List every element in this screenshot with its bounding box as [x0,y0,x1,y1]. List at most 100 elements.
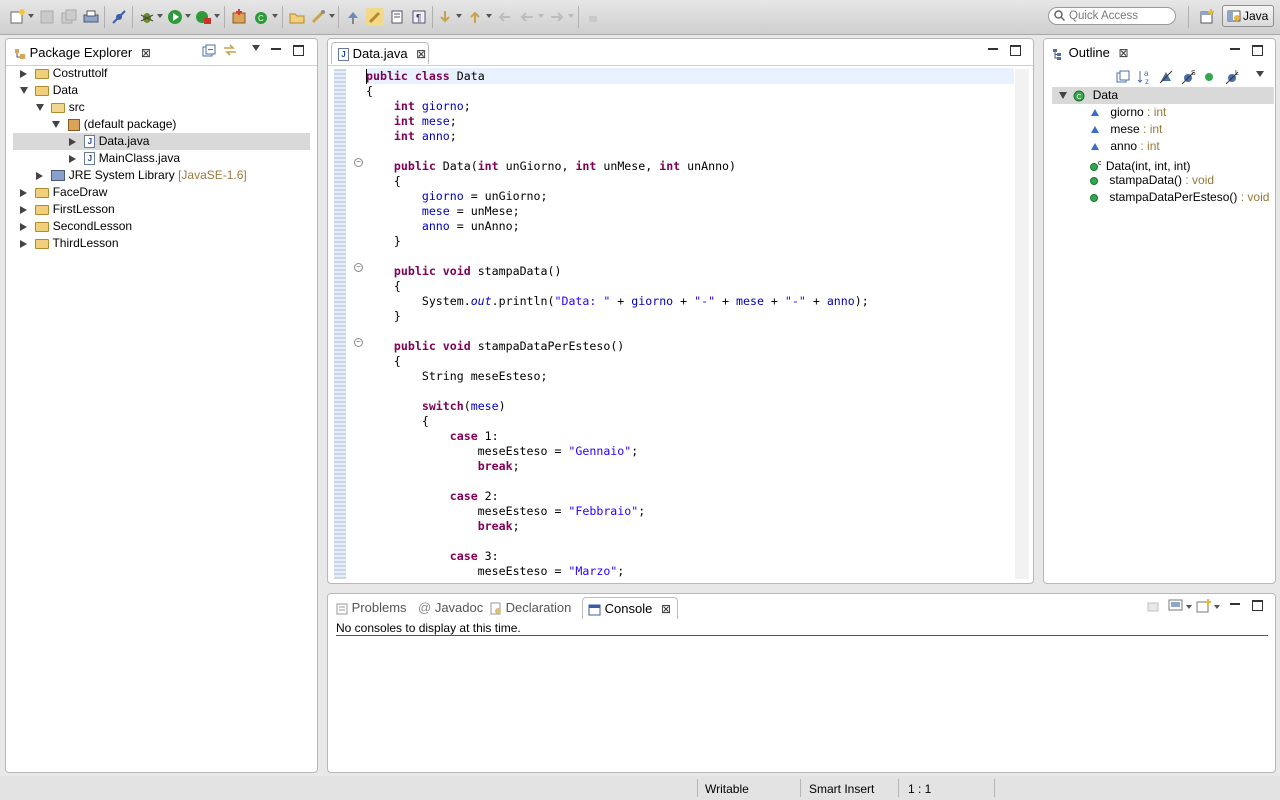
save-icon[interactable] [38,8,56,26]
collapse-all-icon[interactable] [1116,70,1130,84]
back-icon[interactable] [518,8,536,26]
expand-icon[interactable] [20,239,27,248]
close-icon[interactable]: ⊠ [141,42,151,64]
fold-icon[interactable]: − [354,158,363,167]
close-icon[interactable]: ⊠ [1118,42,1128,64]
outline-constructor-data[interactable]: c Data(int, int, int) [1090,155,1191,173]
forward-icon[interactable] [548,8,566,26]
previous-annotation-icon[interactable] [466,8,484,26]
tree-item-mainclass-java[interactable]: J MainClass.java [69,150,180,167]
debug-dropdown-icon[interactable] [157,14,163,18]
tab-data-java[interactable]: J Data.java ⊠ [331,42,429,64]
pin-editor-icon[interactable] [584,8,602,26]
tree-item-thirdlesson[interactable]: ThirdLesson [20,235,119,252]
last-edit-location-icon[interactable] [496,8,514,26]
sort-icon[interactable]: az [1137,69,1153,85]
view-menu-icon[interactable] [252,45,260,51]
minimize-icon[interactable] [988,48,998,50]
block-selection-icon[interactable] [388,8,406,26]
previous-annotation-dropdown-icon[interactable] [486,14,492,18]
next-annotation-dropdown-icon[interactable] [456,14,462,18]
open-type-icon[interactable] [288,8,306,26]
tree-item-jre-library[interactable]: JRE System Library [JavaSE-1.6] [36,167,247,184]
external-tools-dropdown-icon[interactable] [214,14,220,18]
maximize-icon[interactable] [1252,45,1263,56]
editor-scrollbar[interactable] [1015,69,1029,579]
show-whitespace-icon[interactable]: ¶ [410,8,428,26]
new-dropdown-icon[interactable] [28,14,34,18]
expand-icon[interactable] [36,171,43,180]
outline-field-anno[interactable]: anno : int [1091,138,1160,155]
maximize-icon[interactable] [1252,600,1263,611]
collapse-all-icon[interactable] [202,44,216,58]
tab-outline[interactable]: Outline ⊠ [1052,42,1129,64]
run-icon[interactable] [166,8,184,26]
new-java-class-icon[interactable]: C [252,8,270,26]
tree-item-data-java[interactable]: J Data.java [13,133,310,150]
link-with-editor-icon[interactable] [222,43,238,57]
pin-console-icon[interactable] [1146,599,1160,613]
hide-local-types-icon[interactable]: L [1225,70,1241,84]
tab-console[interactable]: Console ⊠ [582,597,678,619]
collapse-icon[interactable] [36,104,44,112]
external-tools-icon[interactable] [194,8,212,26]
print-icon[interactable] [82,8,100,26]
collapse-icon[interactable] [1059,92,1067,100]
tree-item-costruttolf[interactable]: Costruttolf [20,65,107,82]
display-console-icon[interactable] [1168,599,1184,613]
tree-item-facedraw[interactable]: FaceDraw [20,184,107,201]
expand-icon[interactable] [69,137,76,146]
collapse-icon[interactable] [52,121,60,129]
fold-icon[interactable]: − [354,263,363,272]
expand-icon[interactable] [20,205,27,214]
hide-non-public-icon[interactable] [1204,72,1214,82]
save-all-icon[interactable] [60,8,78,26]
tree-item-src[interactable]: src [36,99,85,116]
run-dropdown-icon[interactable] [185,14,191,18]
next-annotation-icon[interactable] [436,8,454,26]
maximize-icon[interactable] [1010,45,1021,56]
collapse-icon[interactable] [20,87,28,95]
open-console-dropdown-icon[interactable] [1214,605,1220,609]
maximize-icon[interactable] [293,45,304,56]
new-java-package-icon[interactable] [230,8,248,26]
expand-icon[interactable] [20,69,27,78]
debug-icon[interactable] [138,8,156,26]
expand-icon[interactable] [20,188,27,197]
quick-access-input[interactable]: Quick Access [1048,7,1176,25]
search-dropdown-icon[interactable] [329,14,335,18]
tree-item-firstlesson[interactable]: FirstLesson [20,201,115,218]
outline-method-stampadata[interactable]: stampaData() : void [1090,172,1214,189]
tree-item-data-project[interactable]: Data [20,82,78,99]
close-icon[interactable]: ⊠ [661,598,671,620]
forward-dropdown-icon[interactable] [568,14,574,18]
tree-item-default-package[interactable]: (default package) [52,116,176,133]
open-console-icon[interactable] [1196,598,1212,614]
expand-icon[interactable] [69,154,76,163]
tab-declaration[interactable]: Declaration [490,597,571,619]
skip-breakpoints-icon[interactable] [110,8,128,26]
new-class-dropdown-icon[interactable] [272,14,278,18]
open-perspective-icon[interactable] [1198,8,1216,26]
outline-method-stampadataperesteso[interactable]: stampaDataPerEsteso() : void [1090,189,1269,206]
java-perspective-button[interactable]: Java [1222,5,1274,27]
back-dropdown-icon[interactable] [538,14,544,18]
fold-icon[interactable]: − [354,338,363,347]
outline-field-mese[interactable]: mese : int [1091,121,1162,138]
tab-problems[interactable]: Problems [336,597,407,619]
display-console-dropdown-icon[interactable] [1186,605,1192,609]
tab-package-explorer[interactable]: Package Explorer ⊠ [14,42,151,64]
tab-javadoc[interactable]: @ Javadoc [418,597,483,619]
close-icon[interactable]: ⊠ [416,43,426,65]
minimize-icon[interactable] [1230,48,1240,50]
tree-item-secondlesson[interactable]: SecondLesson [20,218,132,235]
hide-static-icon[interactable]: S [1181,69,1197,85]
minimize-icon[interactable] [271,48,281,50]
toggle-ant-icon[interactable] [344,8,362,26]
mark-occurrences-icon[interactable] [366,8,384,26]
hide-fields-icon[interactable] [1159,70,1173,84]
search-tool-icon[interactable] [310,8,328,26]
minimize-icon[interactable] [1230,603,1240,605]
new-icon[interactable] [8,8,26,26]
expand-icon[interactable] [20,222,27,231]
